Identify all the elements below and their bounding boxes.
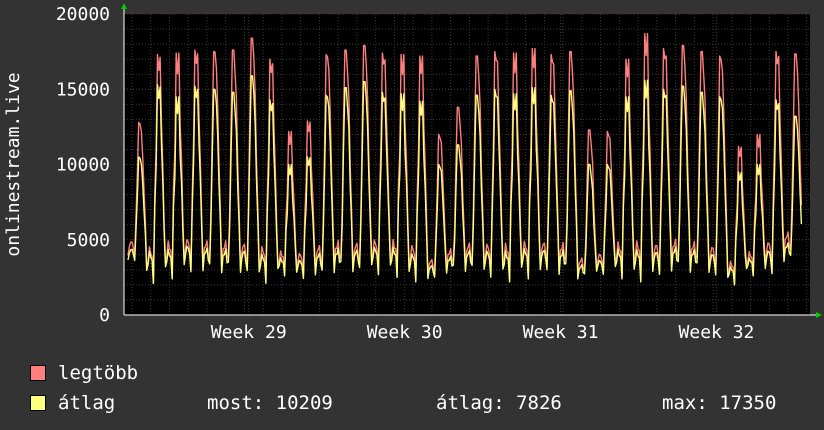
legend-item-legtobb: legtöbb xyxy=(30,362,138,384)
legend-label: átlag xyxy=(58,392,116,414)
stat-average: átlag: 7826 xyxy=(436,392,562,414)
stat-maximum: max: 17350 xyxy=(662,392,777,414)
x-tick-label: Week 31 xyxy=(523,322,599,343)
legend-swatch xyxy=(30,365,46,381)
y-tick-label: 10000 xyxy=(56,155,110,176)
x-tick-label: Week 29 xyxy=(211,322,287,343)
y-axis-label: onlinestream.live xyxy=(3,72,24,256)
y-tick-label: 15000 xyxy=(56,79,110,100)
stat-current: most: 10209 xyxy=(207,392,333,414)
y-tick-label: 0 xyxy=(99,305,110,326)
chart-panel: 0 5000 10000 15000 20000 Week 29 Week 30 Week 3… xyxy=(0,0,824,430)
y-axis-arrow xyxy=(121,3,127,9)
legend-swatch xyxy=(30,395,46,411)
x-tick-label: Week 30 xyxy=(367,322,443,343)
line-chart: 0 5000 10000 15000 20000 Week 29 Week 30 Week 3… xyxy=(3,3,822,343)
legend-item-atlag: átlag xyxy=(30,392,115,414)
legend-label: legtöbb xyxy=(58,362,139,384)
y-tick-label: 5000 xyxy=(67,230,110,251)
x-tick-label: Week 32 xyxy=(679,322,755,343)
y-tick-label: 20000 xyxy=(56,4,110,25)
x-axis-arrow xyxy=(816,312,822,318)
